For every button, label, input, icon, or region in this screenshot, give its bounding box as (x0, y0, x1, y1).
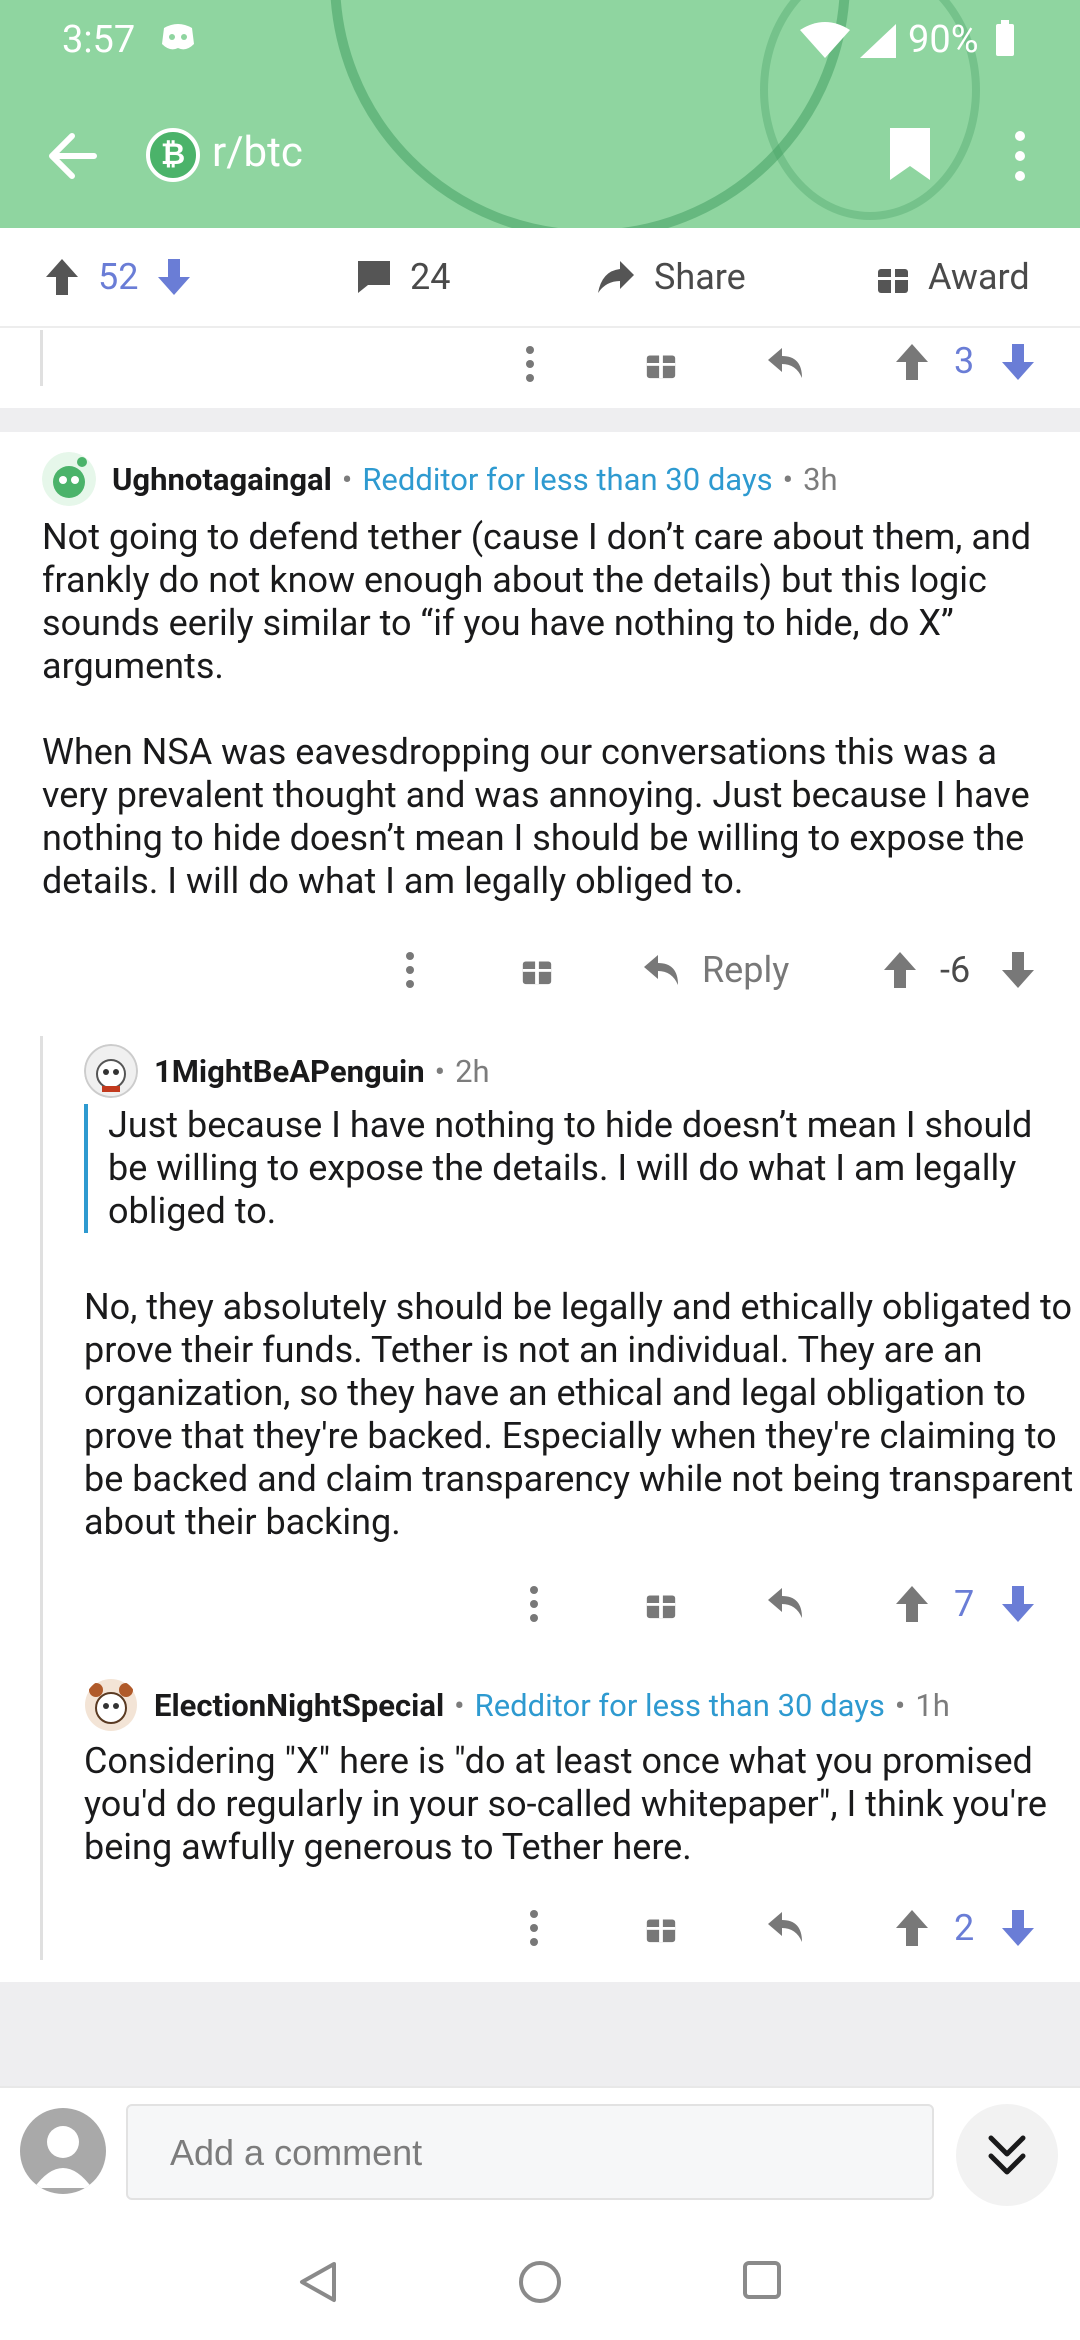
share-button[interactable]: Share (596, 256, 746, 298)
upvote-icon[interactable] (894, 342, 930, 382)
comment-body: No, they absolutely should be legally an… (84, 1286, 1074, 1544)
comment-body: Considering "X" here is "do at least onc… (84, 1740, 1074, 1869)
comment-age: 3h (803, 460, 838, 498)
previous-comment-actions: 3 (0, 330, 1080, 410)
avatar[interactable] (42, 452, 96, 506)
battery-icon (996, 20, 1014, 56)
recents-square-icon[interactable] (742, 2260, 782, 2300)
gift-icon[interactable] (644, 346, 678, 380)
reply-icon (644, 955, 678, 985)
user-flair: Redditor for less than 30 days (362, 460, 773, 498)
comment-username[interactable]: 1MightBeAPenguin (154, 1053, 425, 1090)
comment-score: 2 (954, 1907, 975, 1949)
downvote-icon[interactable] (1000, 950, 1036, 990)
comment-score: 3 (954, 340, 975, 382)
post-score: 52 (98, 256, 139, 298)
reply-label: Reply (702, 949, 790, 991)
user-avatar[interactable] (20, 2108, 106, 2194)
bookmark-icon[interactable] (888, 126, 932, 182)
battery-percent: 90% (908, 18, 979, 62)
comment-paragraph: Considering "X" here is "do at least onc… (84, 1740, 1047, 1868)
system-navigation-bar (0, 2216, 1080, 2340)
quoted-text: Just because I have nothing to hide does… (84, 1104, 1064, 1233)
double-chevron-down-icon (988, 2135, 1026, 2175)
comment-actions: 7 (0, 1574, 1080, 1634)
comment-score: -6 (940, 949, 971, 991)
more-options-icon[interactable] (524, 344, 536, 384)
gift-icon[interactable] (644, 1586, 678, 1620)
downvote-icon[interactable] (1000, 342, 1036, 382)
subreddit-icon[interactable]: ₿ (146, 128, 200, 182)
more-options-icon[interactable] (528, 1908, 540, 1948)
reply-icon[interactable] (766, 1910, 806, 1944)
back-arrow-icon[interactable] (46, 130, 98, 182)
avatar[interactable] (84, 1678, 138, 1732)
comment-header: Ughnotagaingal • Redditor for less than … (42, 452, 838, 506)
comment-composer: Add a comment (0, 2086, 1080, 2216)
upvote-icon[interactable] (894, 1908, 930, 1948)
reply-icon[interactable] (766, 1586, 806, 1620)
comment-actions: 2 (0, 1898, 1080, 1958)
post-vote-group: 52 (44, 256, 192, 298)
comment-icon (358, 261, 390, 293)
award-label: Award (928, 256, 1030, 298)
comment-username[interactable]: ElectionNightSpecial (154, 1687, 444, 1724)
profile-icon (34, 2126, 92, 2188)
comment-actions: Reply -6 (0, 940, 1080, 1000)
comment-paragraph: Not going to defend tether (cause I don’… (42, 516, 1032, 687)
reply-button[interactable]: Reply (642, 940, 789, 1000)
comments-end-spacer (0, 1982, 1080, 2086)
upvote-icon[interactable] (44, 257, 80, 297)
comment-age: 1h (915, 1686, 950, 1724)
comment-score: 7 (954, 1583, 975, 1625)
user-flair: Redditor for less than 30 days (474, 1686, 885, 1724)
comment-count: 24 (410, 256, 451, 298)
discord-icon (162, 24, 194, 50)
jump-to-bottom-button[interactable] (956, 2104, 1058, 2206)
thread-line (40, 330, 43, 386)
downvote-icon[interactable] (1000, 1584, 1036, 1624)
avatar[interactable] (84, 1044, 138, 1098)
subreddit-header: 3:57 90% ₿ r/btc (0, 0, 1080, 228)
cellular-icon (860, 24, 896, 58)
share-icon (598, 261, 634, 293)
post-action-bar: 52 24 Share Award (0, 228, 1080, 328)
more-options-icon[interactable] (1010, 128, 1030, 184)
award-button[interactable]: Award (876, 256, 1030, 298)
downvote-icon[interactable] (1000, 1908, 1036, 1948)
comment-body: Not going to defend tether (cause I don’… (42, 516, 1062, 903)
status-bar: 3:57 90% (0, 0, 1080, 80)
subreddit-name[interactable]: r/btc (212, 128, 303, 177)
upvote-icon[interactable] (894, 1584, 930, 1624)
comment-username[interactable]: Ughnotagaingal (112, 461, 332, 498)
share-label: Share (654, 256, 746, 298)
home-circle-icon[interactable] (518, 2260, 562, 2304)
reply-icon[interactable] (766, 346, 806, 380)
wifi-icon (800, 22, 850, 58)
gift-icon[interactable] (644, 1910, 678, 1944)
back-triangle-icon[interactable] (298, 2260, 338, 2304)
comment-age: 2h (455, 1052, 490, 1090)
status-time: 3:57 (62, 18, 136, 62)
comment-paragraph: When NSA was eavesdropping our conversat… (42, 731, 1030, 902)
comments-button[interactable]: 24 (356, 256, 450, 298)
downvote-icon[interactable] (156, 257, 192, 297)
comment-header: 1MightBeAPenguin • 2h (84, 1044, 490, 1098)
top-nav: ₿ r/btc (0, 110, 1080, 200)
more-options-icon[interactable] (404, 950, 416, 990)
comment-paragraph: No, they absolutely should be legally an… (84, 1286, 1074, 1543)
gift-icon[interactable] (520, 952, 554, 986)
gift-icon (878, 265, 908, 293)
thread-line (40, 1036, 43, 1960)
add-comment-input[interactable]: Add a comment (126, 2104, 934, 2200)
upvote-icon[interactable] (882, 950, 918, 990)
comment-separator (0, 408, 1080, 432)
comment-header: ElectionNightSpecial • Redditor for less… (84, 1678, 950, 1732)
more-options-icon[interactable] (528, 1584, 540, 1624)
